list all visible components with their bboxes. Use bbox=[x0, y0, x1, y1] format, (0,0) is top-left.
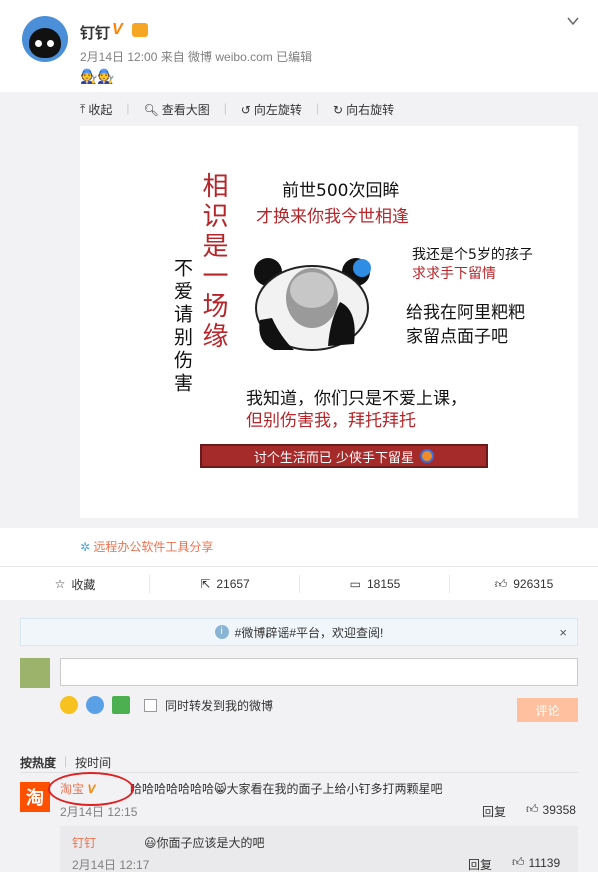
thumbs-up-icon: 👍︎ bbox=[526, 802, 539, 816]
meme-line5: 给我在阿里粑粑 bbox=[406, 303, 525, 323]
sub-comment-time: 2月14日 12:17 bbox=[72, 858, 150, 872]
comment-button[interactable]: ▭ 18155 bbox=[300, 567, 450, 601]
emoji-icon[interactable] bbox=[60, 696, 78, 714]
sub-comment-text: 😃你面子应该是大的吧 bbox=[144, 836, 265, 850]
collect-button[interactable]: ☆ 收藏 bbox=[0, 567, 150, 601]
star-icon: ☆ bbox=[54, 577, 66, 591]
meme-line8: 但别伤害我，拜托拜托 bbox=[246, 411, 416, 431]
sub-commenter-name[interactable]: 钉钉 bbox=[72, 834, 96, 851]
meme-vertical-black: 不爱请别伤害 bbox=[171, 258, 192, 396]
search-icon: 🔍︎ bbox=[143, 102, 159, 117]
verified-icon: V bbox=[112, 21, 123, 38]
repost-icon: ⇱ bbox=[200, 577, 211, 591]
sort-time-tab[interactable]: 按时间 bbox=[75, 754, 111, 771]
panda-meme-icon bbox=[254, 258, 371, 351]
meme-line1: 前世500次回眸 bbox=[282, 181, 400, 201]
comment-icon: ▭ bbox=[349, 577, 361, 591]
meme-line3: 我还是个5岁的孩子 bbox=[412, 247, 533, 263]
thumbs-up-icon: 👍︎ bbox=[494, 576, 508, 591]
sort-tabs: 按热度 | 按时间 bbox=[20, 754, 112, 771]
post-text: 🧑‍🔧🧑‍🔧 bbox=[80, 68, 115, 84]
topic-link[interactable]: ✲ 远程办公软件工具分享 bbox=[80, 538, 213, 555]
sort-hot-tab[interactable]: 按热度 bbox=[20, 754, 56, 771]
post-meta: 2月14日 12:00 来自 微博 weibo.com 已编辑 bbox=[80, 50, 313, 64]
meme-line4: 求求手下留情 bbox=[412, 266, 496, 282]
comment-input[interactable] bbox=[60, 658, 578, 686]
meme-vertical-red: 相识是一场缘 bbox=[199, 172, 229, 352]
thumbs-up-icon: 👍︎ bbox=[512, 855, 525, 869]
gif-icon[interactable] bbox=[86, 696, 104, 714]
crown-badge-icon bbox=[132, 23, 148, 37]
image-icon[interactable] bbox=[112, 696, 130, 714]
meme-line6: 家留点面子吧 bbox=[406, 327, 508, 347]
close-icon[interactable]: × bbox=[559, 625, 567, 640]
sync-label: 同时转发到我的微博 bbox=[165, 698, 274, 713]
comment-text: 哈哈哈哈哈哈哈😸大家看在我的面子上给小钉多打两颗星吧 bbox=[130, 782, 443, 796]
image-toolbar: ⤒ 收起 | 🔍︎ 查看大图 | ↺ 向左旋转 | ↻ 向右旋转 bbox=[80, 101, 395, 118]
reply-button[interactable]: 回复 bbox=[482, 803, 506, 820]
repost-button[interactable]: ⇱ 21657 bbox=[150, 567, 300, 601]
view-large-button[interactable]: 🔍︎ 查看大图 bbox=[143, 101, 209, 118]
collapse-button[interactable]: ⤒ 收起 bbox=[80, 101, 112, 118]
sparkle-icon: ✲ bbox=[80, 540, 91, 554]
firefox-icon bbox=[420, 449, 435, 463]
user-avatar[interactable] bbox=[20, 658, 50, 688]
action-bar: ☆ 收藏 ⇱ 21657 ▭ 18155 👍︎ 926315 bbox=[0, 566, 598, 602]
rotate-left-button[interactable]: ↺ 向左旋转 bbox=[241, 101, 302, 118]
sync-checkbox[interactable] bbox=[144, 698, 157, 712]
rotate-right-button[interactable]: ↻ 向右旋转 bbox=[333, 101, 394, 118]
commenter-avatar[interactable]: 淘 bbox=[20, 782, 50, 812]
arrow-up-icon: ⤒ bbox=[80, 102, 86, 116]
chevron-down-icon[interactable] bbox=[566, 14, 580, 28]
info-icon: i bbox=[214, 625, 229, 639]
avatar[interactable] bbox=[22, 16, 68, 62]
rotate-left-icon: ↺ bbox=[240, 102, 251, 117]
rotate-right-icon: ↻ bbox=[333, 102, 344, 117]
like-button[interactable]: 👍︎ 926315 bbox=[450, 567, 598, 601]
highlight-circle bbox=[48, 772, 134, 806]
meme-banner: 讨个生活而已 少侠手下留星 bbox=[200, 444, 488, 468]
sub-reply-button[interactable]: 回复 bbox=[468, 856, 492, 873]
post-username[interactable]: 钉钉 bbox=[80, 22, 110, 43]
composer-tools: 同时转发到我的微博 bbox=[60, 696, 273, 714]
meme-line2: 才换来你我今世相逢 bbox=[256, 207, 409, 227]
comment-like-button[interactable]: 👍︎ 39358 bbox=[526, 802, 576, 817]
sub-like-button[interactable]: 👍︎ 11139 bbox=[512, 855, 560, 870]
rumor-notice: i #微博辟谣#平台，欢迎查阅! × bbox=[20, 618, 578, 646]
submit-comment-button[interactable]: 评论 bbox=[517, 698, 578, 722]
